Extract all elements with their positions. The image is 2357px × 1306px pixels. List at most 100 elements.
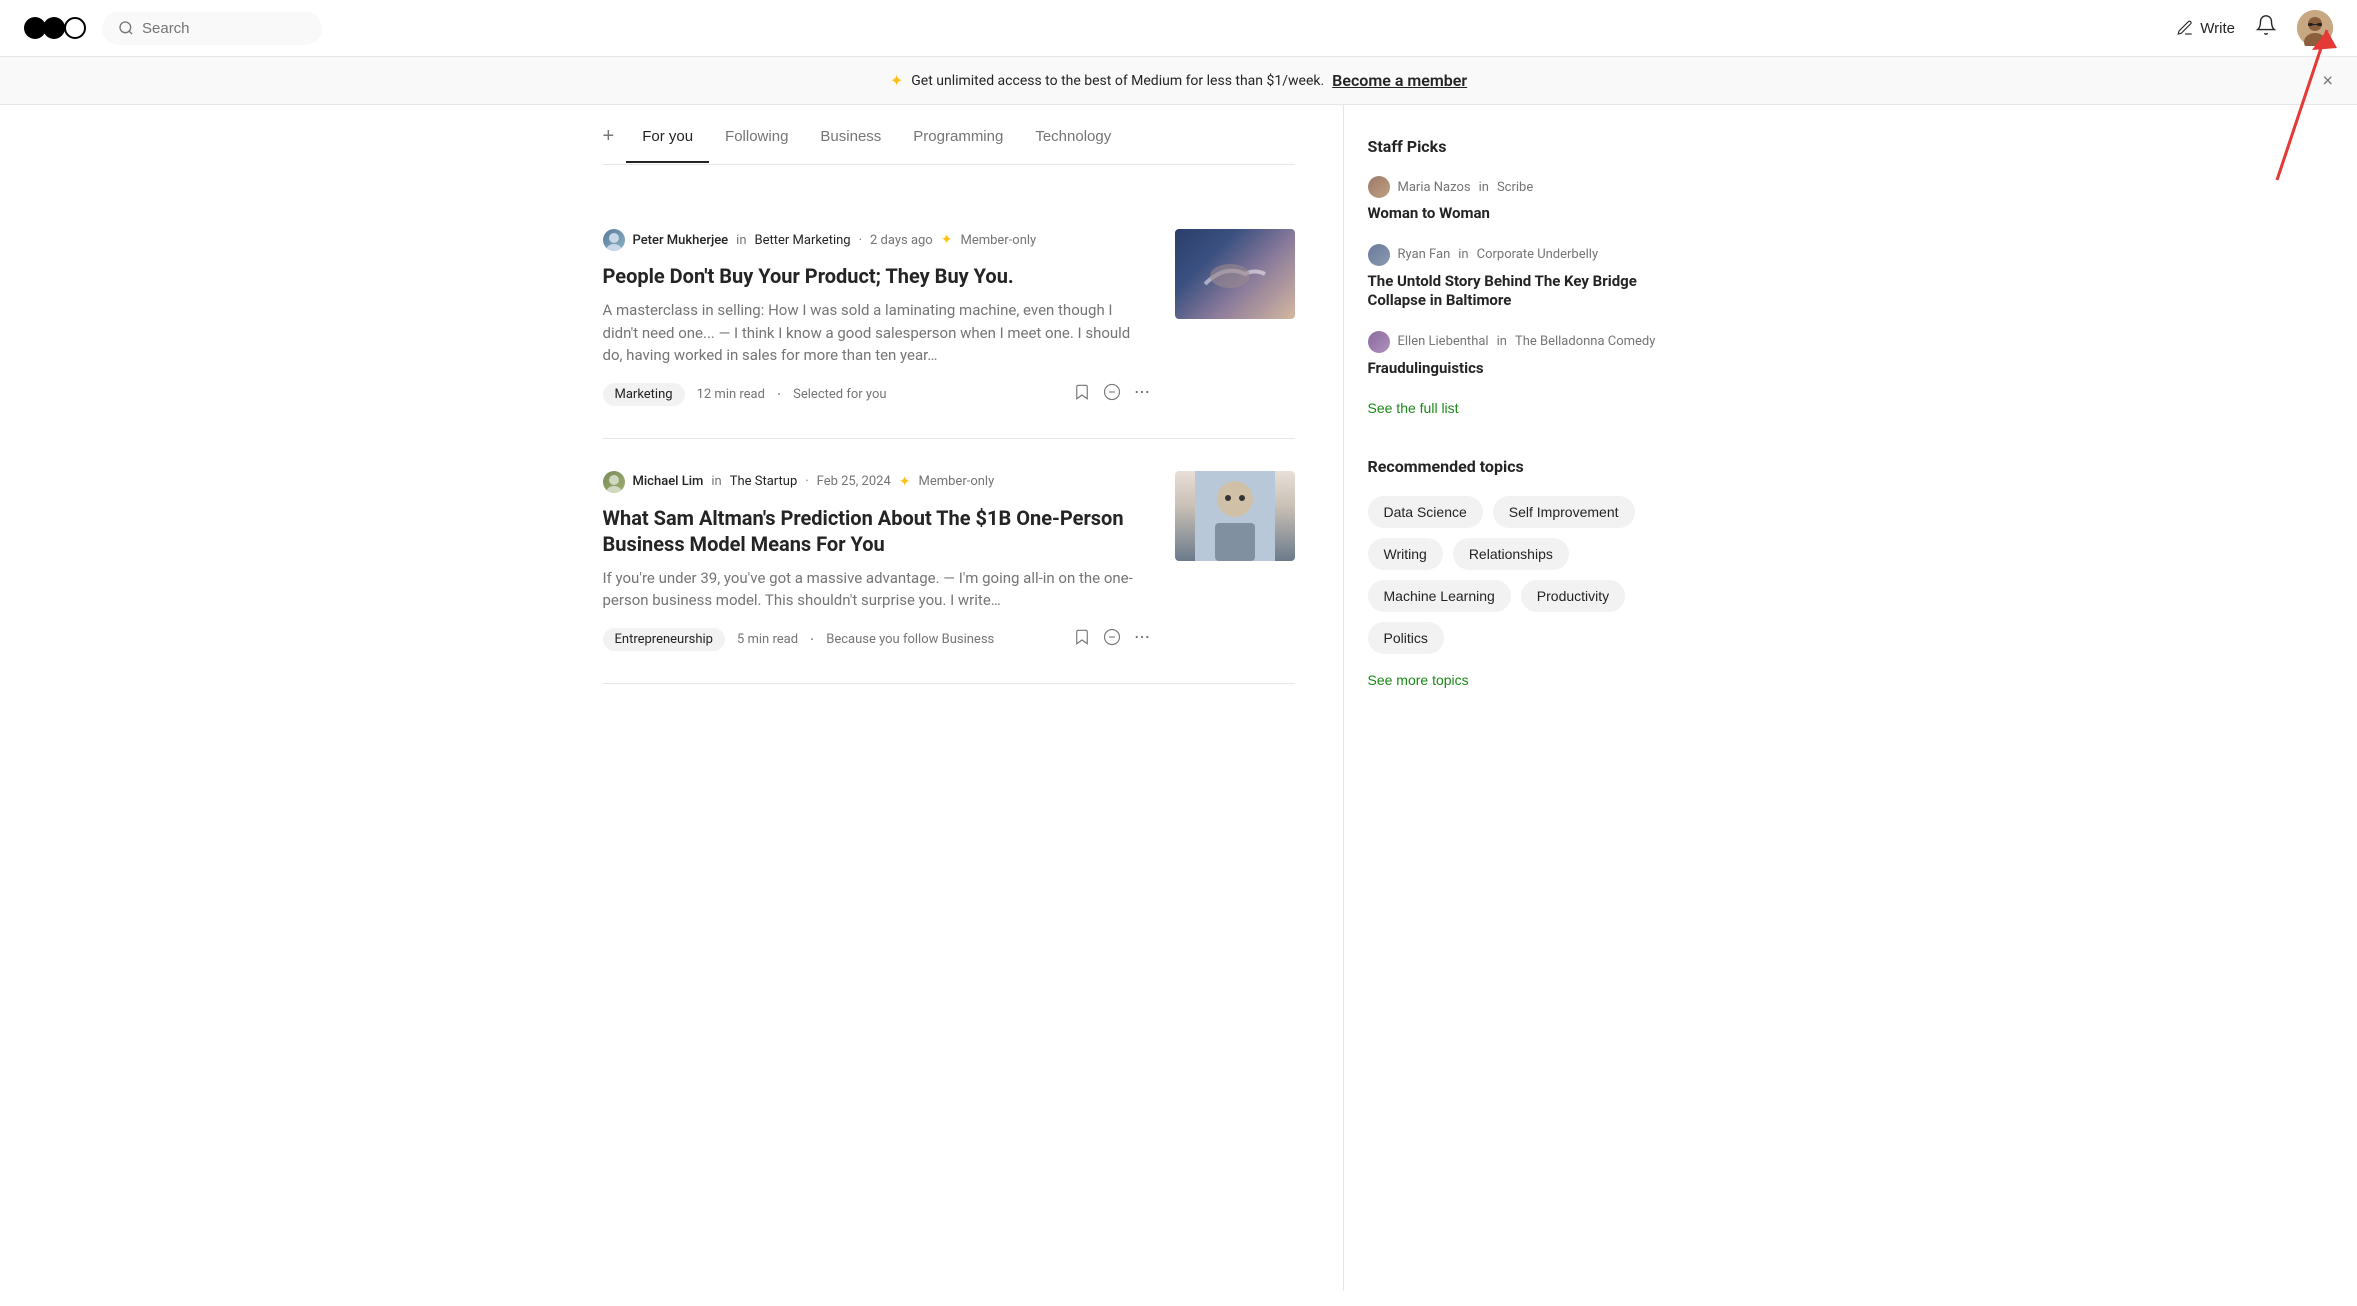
search-bar[interactable]: [102, 12, 322, 45]
topic-politics[interactable]: Politics: [1368, 622, 1444, 654]
author-name[interactable]: Michael Lim: [633, 474, 704, 489]
staff-picks-title: Staff Picks: [1368, 137, 1683, 156]
footer-note: Selected for you: [793, 387, 886, 402]
staff-pick-title[interactable]: Fraudulinguistics: [1368, 359, 1683, 379]
banner-close-button[interactable]: ×: [2322, 70, 2333, 91]
staff-pick-pub[interactable]: Scribe: [1497, 180, 1533, 195]
publication-name[interactable]: Better Marketing: [755, 233, 851, 248]
staff-pick-pub[interactable]: Corporate Underbelly: [1477, 247, 1599, 262]
save-button[interactable]: [1073, 383, 1091, 406]
article-excerpt: If you're under 39, you've got a massive…: [603, 567, 1151, 612]
article-title[interactable]: People Don't Buy Your Product; They Buy …: [603, 263, 1151, 289]
staff-pick-title[interactable]: Woman to Woman: [1368, 204, 1683, 224]
tab-following[interactable]: Following: [709, 128, 804, 163]
article-actions: [1073, 383, 1151, 406]
header-right: Write: [2176, 10, 2333, 46]
member-only-label: Member-only: [960, 233, 1036, 248]
logo-circle-2: [43, 17, 65, 39]
avatar[interactable]: [2297, 10, 2333, 46]
time-ago: Feb 25, 2024: [817, 474, 891, 489]
staff-pick-author[interactable]: Ellen Liebenthal: [1398, 334, 1489, 349]
tab-programming[interactable]: Programming: [897, 128, 1019, 163]
staff-pick-title[interactable]: The Untold Story Behind The Key Bridge C…: [1368, 272, 1683, 311]
content-area: + For you Following Business Programming…: [603, 105, 1343, 1291]
become-member-link[interactable]: Become a member: [1332, 71, 1467, 90]
topic-data-science[interactable]: Data Science: [1368, 496, 1483, 528]
author-avatar: [603, 471, 625, 493]
article-body: Michael Lim in The Startup · Feb 25, 202…: [603, 471, 1175, 651]
tab-for-you[interactable]: For you: [626, 128, 709, 163]
add-topic-button[interactable]: +: [603, 125, 627, 164]
topic-productivity[interactable]: Productivity: [1521, 580, 1625, 612]
logo-circle-3: [64, 17, 86, 39]
member-star-icon: ✦: [941, 232, 953, 248]
staff-pick-pub[interactable]: The Belladonna Comedy: [1515, 334, 1655, 349]
staff-picks-section: Staff Picks Maria Nazos in Scribe Woman …: [1368, 137, 1683, 417]
staff-pick-item: Ellen Liebenthal in The Belladonna Comed…: [1368, 331, 1683, 379]
logo-icon: [24, 17, 86, 39]
medium-logo[interactable]: [24, 17, 86, 39]
article-actions: [1073, 628, 1151, 651]
article-excerpt: A masterclass in selling: How I was sold…: [603, 299, 1151, 367]
staff-pick-author[interactable]: Ryan Fan: [1398, 247, 1451, 262]
header-left: [24, 12, 322, 45]
staff-pick-meta: Ryan Fan in Corporate Underbelly: [1368, 244, 1683, 266]
author-name[interactable]: Peter Mukherjee: [633, 233, 729, 248]
member-star-icon: ✦: [899, 474, 911, 490]
write-button[interactable]: Write: [2176, 19, 2235, 37]
in-label: in: [711, 474, 721, 489]
topic-writing[interactable]: Writing: [1368, 538, 1443, 570]
main-layout: + For you Following Business Programming…: [579, 105, 1779, 1291]
handshake-svg: [1195, 244, 1275, 304]
article-title[interactable]: What Sam Altman's Prediction About The $…: [603, 505, 1151, 557]
footer-note: Because you follow Business: [826, 632, 994, 647]
see-more-topics-button[interactable]: See more topics: [1368, 672, 1469, 688]
mute-button[interactable]: [1103, 628, 1121, 651]
time-ago: 2 days ago: [870, 233, 933, 248]
person-svg: [1195, 471, 1275, 561]
staff-pick-item: Ryan Fan in Corporate Underbelly The Unt…: [1368, 244, 1683, 311]
topic-machine-learning[interactable]: Machine Learning: [1368, 580, 1511, 612]
notifications-button[interactable]: [2255, 14, 2277, 42]
tab-technology[interactable]: Technology: [1019, 128, 1127, 163]
staff-pick-item: Maria Nazos in Scribe Woman to Woman: [1368, 176, 1683, 224]
article-footer: Entrepreneurship 5 min read · Because yo…: [603, 628, 1151, 651]
article-card: Michael Lim in The Startup · Feb 25, 202…: [603, 439, 1295, 684]
search-input[interactable]: [142, 20, 302, 37]
publication-name[interactable]: The Startup: [730, 474, 798, 489]
save-button[interactable]: [1073, 628, 1091, 651]
read-time: 12 min read: [697, 387, 765, 402]
read-time: 5 min read: [737, 632, 798, 647]
tab-business[interactable]: Business: [804, 128, 897, 163]
article-card: Peter Mukherjee in Better Marketing · 2 …: [603, 197, 1295, 439]
topic-self-improvement[interactable]: Self Improvement: [1493, 496, 1635, 528]
staff-pick-avatar: [1368, 331, 1390, 353]
banner-star-icon: ✦: [890, 71, 903, 90]
article-tag[interactable]: Entrepreneurship: [603, 628, 725, 651]
staff-pick-avatar: [1368, 244, 1390, 266]
more-button[interactable]: [1133, 628, 1151, 651]
bell-icon: [2255, 14, 2277, 36]
mute-button[interactable]: [1103, 383, 1121, 406]
recommended-topics-section: Recommended topics Data Science Self Imp…: [1368, 457, 1683, 689]
staff-pick-avatar: [1368, 176, 1390, 198]
in-label: in: [736, 233, 746, 248]
article-thumbnail[interactable]: [1175, 229, 1295, 319]
see-full-list-button[interactable]: See the full list: [1368, 400, 1459, 416]
thumb-handshake-image: [1175, 229, 1295, 319]
avatar-image: [2297, 10, 2333, 46]
staff-pick-author[interactable]: Maria Nazos: [1398, 180, 1471, 195]
article-thumbnail[interactable]: [1175, 471, 1295, 561]
topic-relationships[interactable]: Relationships: [1453, 538, 1569, 570]
write-icon: [2176, 19, 2194, 37]
article-footer: Marketing 12 min read · Selected for you: [603, 383, 1151, 406]
article-body: Peter Mukherjee in Better Marketing · 2 …: [603, 229, 1175, 406]
thumb-person-image: [1175, 471, 1295, 561]
article-meta: Michael Lim in The Startup · Feb 25, 202…: [603, 471, 1151, 493]
more-button[interactable]: [1133, 383, 1151, 406]
staff-pick-meta: Maria Nazos in Scribe: [1368, 176, 1683, 198]
author-avatar: [603, 229, 625, 251]
article-meta: Peter Mukherjee in Better Marketing · 2 …: [603, 229, 1151, 251]
promo-banner: ✦ Get unlimited access to the best of Me…: [0, 57, 2357, 105]
article-tag[interactable]: Marketing: [603, 383, 685, 406]
